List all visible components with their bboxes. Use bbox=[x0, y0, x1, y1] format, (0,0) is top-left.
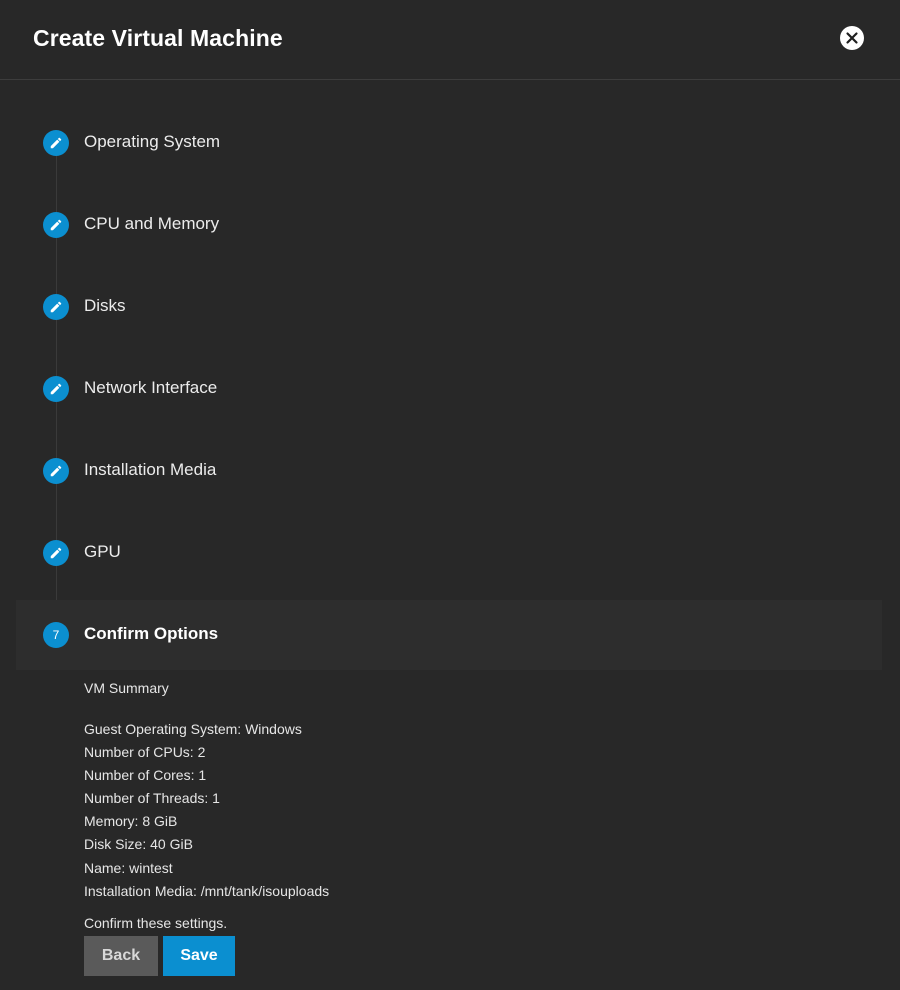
summary-cpus: Number of CPUs: 2 bbox=[84, 744, 206, 761]
summary-disk-size: Disk Size: 40 GiB bbox=[84, 836, 193, 853]
step-gpu[interactable]: GPU bbox=[16, 518, 882, 588]
vm-summary: VM Summary Guest Operating System: Windo… bbox=[84, 679, 329, 903]
summary-cores: Number of Cores: 1 bbox=[84, 767, 207, 784]
step-label: Network Interface bbox=[84, 378, 218, 397]
pencil-icon bbox=[50, 547, 62, 559]
dialog-title: Create Virtual Machine bbox=[33, 25, 283, 51]
step-label: GPU bbox=[84, 542, 121, 561]
step-edit-badge bbox=[43, 376, 69, 402]
step-label: Disks bbox=[84, 296, 126, 315]
summary-memory: Memory: 8 GiB bbox=[84, 813, 178, 830]
step-confirm-options[interactable]: 7 Confirm Options bbox=[16, 600, 882, 670]
step-edit-badge bbox=[43, 294, 69, 320]
step-cpu-and-memory[interactable]: CPU and Memory bbox=[16, 190, 882, 260]
step-operating-system[interactable]: Operating System bbox=[16, 108, 882, 178]
step-installation-media[interactable]: Installation Media bbox=[16, 436, 882, 506]
step-label: Operating System bbox=[84, 132, 221, 151]
summary-guest-os: Guest Operating System: Windows bbox=[84, 721, 302, 737]
pencil-icon bbox=[50, 383, 62, 395]
back-button[interactable]: Back bbox=[84, 936, 158, 976]
step-label: Confirm Options bbox=[84, 624, 219, 643]
step-label: CPU and Memory bbox=[84, 214, 220, 233]
confirm-text: Confirm these settings. bbox=[84, 915, 228, 931]
summary-heading: VM Summary bbox=[84, 680, 169, 696]
step-edit-badge bbox=[43, 130, 69, 156]
pencil-icon bbox=[50, 465, 62, 477]
close-icon bbox=[846, 32, 858, 44]
summary-threads: Number of Threads: 1 bbox=[84, 790, 220, 807]
dialog-header: Create Virtual Machine bbox=[0, 0, 900, 80]
step-label: Installation Media bbox=[84, 460, 217, 479]
summary-installation-media: Installation Media: /mnt/tank/isouploads bbox=[84, 882, 330, 899]
step-network-interface[interactable]: Network Interface bbox=[16, 354, 882, 424]
pencil-icon bbox=[50, 219, 62, 231]
step-number-badge: 7 bbox=[43, 622, 69, 648]
step-disks[interactable]: Disks bbox=[16, 272, 882, 342]
step-edit-badge bbox=[43, 540, 69, 566]
close-button[interactable] bbox=[840, 26, 864, 50]
save-button[interactable]: Save bbox=[163, 936, 235, 976]
summary-name: Name: wintest bbox=[84, 859, 173, 876]
step-edit-badge bbox=[43, 458, 69, 484]
pencil-icon bbox=[50, 301, 62, 313]
step-edit-badge bbox=[43, 212, 69, 238]
pencil-icon bbox=[50, 137, 62, 149]
